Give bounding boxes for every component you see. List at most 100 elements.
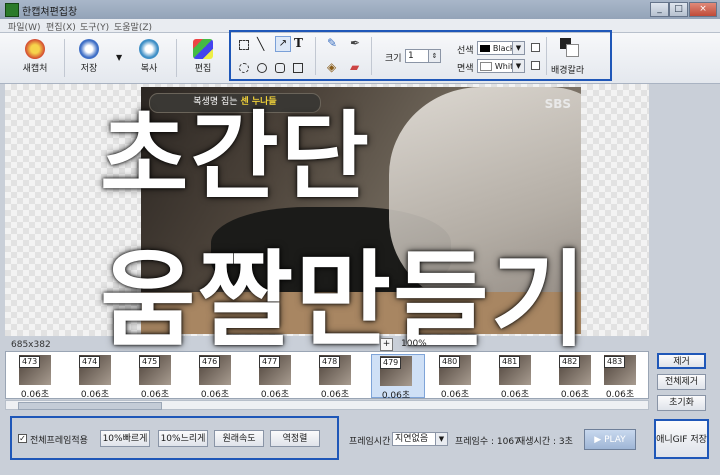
new-capture-label: 새캡처 [22,64,48,74]
editor-window: 한캡쳐편집창 _ □ × 파일(W) 편집(X) 도구(Y) 도움말(Z) 새캡… [0,0,720,475]
edit-label: 편집 [194,64,212,74]
save-label: 저장 [80,64,98,74]
frame-thumb[interactable]: 475 0.06초 [131,354,185,400]
copy-label: 복사 [140,64,158,74]
frame-number: 475 [139,356,161,368]
frame-duration: 0.06초 [80,390,110,400]
close-button[interactable]: × [689,2,717,17]
frame-thumb[interactable]: 481 0.06초 [491,354,545,400]
frame-duration: 0.06초 [320,390,350,400]
fill-color-select[interactable]: White ▼ [477,59,525,73]
line-color-swatch [480,45,490,52]
fill-bucket-icon[interactable]: ◈ [327,60,336,74]
apply-all-checkbox[interactable]: ✓ [18,434,27,443]
zoom-level: 100% [401,339,427,349]
frame-thumb[interactable]: 473 0.06초 [11,354,65,400]
rounded-rect-tool-icon[interactable] [275,63,285,73]
save-dropdown-icon[interactable]: ▼ [116,53,122,62]
frame-count: 프레임수 : 1067 [455,437,520,447]
chevron-down-icon[interactable]: ▼ [435,433,447,445]
frame-thumb[interactable]: 480 0.06초 [431,354,485,400]
frame-number: 479 [380,357,402,369]
reset-button[interactable]: 초기화 [657,395,706,411]
save-button[interactable]: 저장 [66,35,112,79]
toolbar-divider [64,39,65,77]
fill-color-checkbox[interactable] [531,61,540,70]
image-dimensions: 685x382 [11,340,51,350]
scrollbar-thumb[interactable] [18,402,162,410]
rect-tool-icon[interactable] [293,63,303,73]
capture-icon [25,39,45,59]
line-color-label: 선색 [457,46,474,56]
frame-number: 482 [559,356,581,368]
text-tool-icon[interactable]: T [294,36,303,50]
eraser-icon[interactable]: ▰ [350,60,359,74]
remove-all-button[interactable]: 전체제거 [657,374,706,390]
bg-color-icon[interactable] [560,38,579,57]
tool-divider [315,37,316,75]
copy-icon [139,39,159,59]
overlay-title-line2: 움짤만들기 [100,239,589,361]
frame-time-value: 지연없음 [395,434,429,444]
frame-time-label: 프레임시간 [349,437,391,447]
copy-button[interactable]: 복사 [126,35,172,79]
line-color-select[interactable]: Black ▼ [477,41,525,55]
save-animated-gif-button[interactable]: 애니GIF 저장 [654,419,709,459]
app-icon [5,3,19,17]
play-time: 재생시간 : 3초 [517,437,573,447]
minimize-button[interactable]: _ [650,2,669,17]
frame-thumb[interactable]: 476 0.06초 [191,354,245,400]
frame-thumb[interactable]: 483 0.06초 [596,354,648,400]
frame-number: 477 [259,356,281,368]
frame-thumb-selected[interactable]: 479 0.06초 [371,354,425,401]
remove-frame-button[interactable]: 제거 [657,353,706,369]
line-tool-icon[interactable]: ╲ [257,37,264,51]
palette-icon [193,39,213,59]
size-label: 크기 [385,54,402,64]
arrow-tool-icon[interactable]: ↗ [275,36,291,52]
menu-file[interactable]: 파일(W) [8,20,40,33]
bg-color-label[interactable]: 배경칼라 [551,63,584,76]
tool-divider [371,37,372,75]
title-bar: 한캡쳐편집창 _ □ × [0,0,720,19]
speed-options-group: ✓ 전체프레임적용 10%빠르게 10%느리게 원래속도 역정렬 [10,416,339,460]
save-icon [79,39,99,59]
reverse-order-button[interactable]: 역정렬 [270,430,320,447]
frame-thumb[interactable]: 477 0.06초 [251,354,305,400]
menu-tools[interactable]: 도구(Y) [80,20,109,33]
apply-all-label: 전체프레임적용 [30,436,88,446]
menu-edit[interactable]: 편집(X) [46,20,76,33]
zoom-in-button[interactable]: + [380,338,393,351]
brush-tool-icon[interactable]: ✒ [350,36,360,50]
frame-thumb[interactable]: 474 0.06초 [71,354,125,400]
chevron-down-icon[interactable]: ▼ [512,60,524,72]
pen-tool-icon[interactable]: ✎ [327,36,337,50]
slower-button[interactable]: 10%느리게 [158,430,208,447]
ellipse-tool-icon[interactable] [257,63,267,73]
line-color-checkbox[interactable] [531,43,540,52]
frame-number: 478 [319,356,341,368]
play-button[interactable]: ▶ PLAY [584,429,636,450]
frame-strip[interactable]: 473 0.06초 474 0.06초 475 0.06초 476 0.06초 477 0… [5,351,649,401]
frame-number: 481 [499,356,521,368]
original-speed-button[interactable]: 원래속도 [214,430,264,447]
tool-divider [546,37,547,75]
new-capture-button[interactable]: 새캡처 [12,35,58,79]
frame-time-select[interactable]: 지연없음 ▼ [392,432,448,446]
select-ellipse-icon[interactable] [239,63,249,73]
frame-number: 474 [79,356,101,368]
frame-number: 480 [439,356,461,368]
maximize-button[interactable]: □ [669,2,688,17]
size-stepper[interactable]: 1 ⇕ [405,49,441,63]
chevron-down-icon[interactable]: ▼ [512,42,524,54]
select-rect-icon[interactable] [239,40,249,50]
frame-duration: 0.06초 [440,390,470,400]
stepper-arrows-icon[interactable]: ⇕ [428,50,440,62]
frame-thumb[interactable]: 478 0.06초 [311,354,365,400]
faster-button[interactable]: 10%빠르게 [100,430,150,447]
frame-duration: 0.06초 [20,390,50,400]
frame-strip-scrollbar[interactable] [5,400,649,410]
edit-button[interactable]: 편집 [180,35,226,79]
window-title: 한캡쳐편집창 [22,7,78,18]
menu-help[interactable]: 도움말(Z) [114,20,152,33]
